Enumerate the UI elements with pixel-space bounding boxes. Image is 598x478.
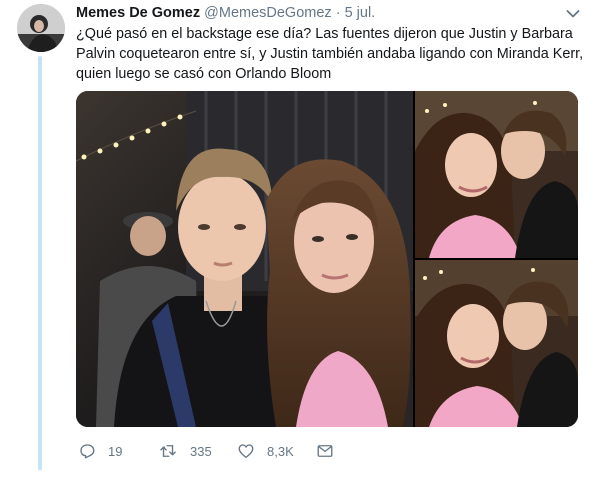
tweet-text-line: quien luego se casó con Orlando Bloom xyxy=(76,66,332,82)
tweet-text: ¿Qué pasó en el backstage ese día? Las f… xyxy=(76,24,584,84)
retweet-count: 335 xyxy=(190,443,212,459)
like-count: 8,3K xyxy=(267,443,294,459)
tweet-text-line: Palvin coquetearon entre sí, y Justin ta… xyxy=(76,46,584,62)
retweet-icon xyxy=(158,442,178,460)
kiss-photo-2[interactable] xyxy=(415,260,578,427)
reply-icon xyxy=(78,442,96,460)
heart-icon xyxy=(237,442,255,460)
envelope-icon xyxy=(316,442,334,460)
retweet-button[interactable]: 335 xyxy=(158,440,212,462)
tweet-date[interactable]: 5 jul. xyxy=(345,5,376,21)
header-separator: · xyxy=(335,5,341,21)
backstage-selfie-photo[interactable] xyxy=(76,91,413,427)
tweet-text-line: ¿Qué pasó en el backstage ese día? Las f… xyxy=(76,26,573,42)
author-handle[interactable]: @MemesDeGomez xyxy=(204,5,332,21)
kiss-photo-1[interactable] xyxy=(415,91,578,258)
tweet-header: Memes De Gomez @MemesDeGomez · 5 jul. xyxy=(76,3,558,23)
chevron-down-icon[interactable] xyxy=(566,6,580,18)
reply-button[interactable]: 19 xyxy=(78,440,122,462)
like-button[interactable]: 8,3K xyxy=(237,440,294,462)
avatar-image xyxy=(17,4,65,52)
author-name[interactable]: Memes De Gomez xyxy=(76,5,200,21)
reply-count: 19 xyxy=(108,443,123,459)
avatar[interactable] xyxy=(17,4,65,52)
thread-line xyxy=(38,56,42,470)
direct-message-button[interactable] xyxy=(316,440,334,462)
tweet-actions: 19 335 8,3K xyxy=(76,440,496,462)
media-grid xyxy=(76,91,578,427)
